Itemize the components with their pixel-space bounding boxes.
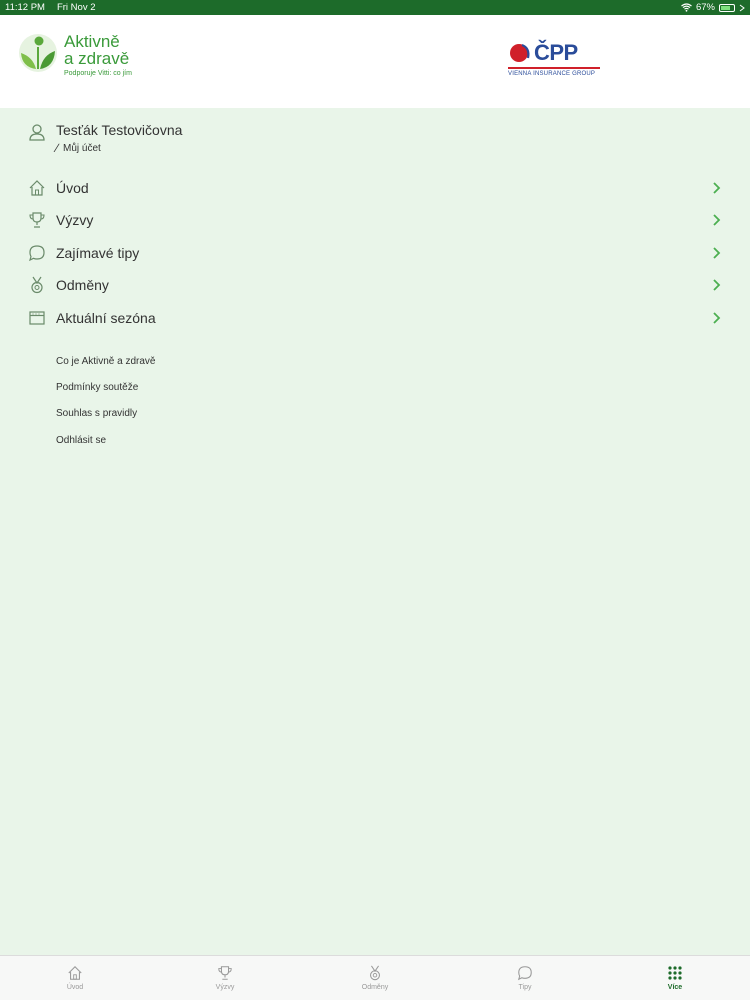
link-logout[interactable]: Odhlásit se <box>56 435 106 446</box>
tab-vice[interactable]: Více <box>600 956 750 1000</box>
tab-label: Odměny <box>361 984 389 991</box>
battery-icon <box>719 3 735 12</box>
my-account-label: Můj účet <box>63 142 101 154</box>
app-header: Aktivně a zdravě Podporuje Vitti: co jím… <box>0 15 750 108</box>
partner-ball-icon <box>510 43 530 62</box>
medal-icon <box>370 965 380 981</box>
battery-percent: 67% <box>695 2 715 13</box>
partner-name: ČPP <box>534 40 578 65</box>
chat-bubble-icon <box>517 966 532 981</box>
user-icon <box>29 124 45 141</box>
more-menu-panel: Tesťák Testovičovna ∕ Můj účet Úvod Výzv… <box>0 108 750 955</box>
menu-item-zajimave-tipy[interactable]: Zajímavé tipy <box>28 238 722 268</box>
wifi-icon <box>681 3 692 12</box>
tab-label: Výzvy <box>215 984 235 991</box>
leaf-person-logo-icon <box>19 34 57 72</box>
partner-logo: ČPP VIENNA INSURANCE GROUP <box>508 40 600 77</box>
link-competition-terms[interactable]: Podmínky soutěže <box>56 382 138 393</box>
status-bar: 11:12 PM Fri Nov 2 67% <box>0 0 750 15</box>
status-time: 11:12 PM <box>5 2 45 13</box>
trophy-icon <box>218 966 232 980</box>
link-rules-consent[interactable]: Souhlas s pravidly <box>56 408 137 419</box>
chevron-right-icon <box>713 182 721 194</box>
menu-item-vyzvy[interactable]: Výzvy <box>28 205 722 235</box>
chevron-right-icon <box>739 4 745 11</box>
brand-tagline: Podporuje Vitti: co jím <box>64 70 132 77</box>
chevron-right-icon <box>713 214 721 226</box>
menu-item-label: Výzvy <box>56 212 94 228</box>
tab-tipy[interactable]: Tipy <box>450 956 600 1000</box>
chevron-right-icon <box>713 312 721 324</box>
profile-name: Tesťák Testovičovna <box>56 122 183 138</box>
home-icon <box>68 966 82 980</box>
tab-uvod[interactable]: Úvod <box>0 956 150 1000</box>
chat-bubble-icon <box>29 245 45 262</box>
pencil-icon: ∕ <box>56 141 59 155</box>
tab-vyzvy[interactable]: Výzvy <box>150 956 300 1000</box>
menu-item-label: Zajímavé tipy <box>56 245 140 261</box>
chevron-right-icon <box>713 279 721 291</box>
tab-label: Tipy <box>518 984 532 991</box>
partner-underline <box>508 67 600 69</box>
menu-item-odmeny[interactable]: Odměny <box>28 270 722 300</box>
link-about[interactable]: Co je Aktivně a zdravě <box>56 356 156 367</box>
tab-label: Více <box>667 984 683 991</box>
menu-item-aktualni-sezona[interactable]: Aktuální sezóna <box>28 303 722 333</box>
menu-item-uvod[interactable]: Úvod <box>28 173 722 203</box>
bottom-tab-bar: Úvod Výzvy Odměny Tipy Více <box>0 955 750 1000</box>
status-date: Fri Nov 2 <box>56 2 96 13</box>
brand-logo: Aktivně a zdravě Podporuje Vitti: co jím <box>18 33 132 77</box>
my-account-link[interactable]: ∕ Můj účet <box>56 141 182 155</box>
brand-title-line2: a zdravě <box>64 49 130 68</box>
medal-icon <box>31 276 43 294</box>
trophy-icon <box>29 212 45 228</box>
calendar-icon <box>29 311 45 325</box>
brand-title-line1: Aktivně <box>64 32 120 51</box>
grid-icon <box>668 966 682 980</box>
menu-item-label: Odměny <box>56 277 109 293</box>
partner-subtitle: VIENNA INSURANCE GROUP <box>508 71 596 77</box>
tab-odmeny[interactable]: Odměny <box>300 956 450 1000</box>
menu-item-label: Úvod <box>56 180 89 196</box>
home-icon <box>29 180 45 196</box>
chevron-right-icon <box>713 247 721 259</box>
tab-label: Úvod <box>66 984 84 991</box>
profile-section[interactable]: Tesťák Testovičovna ∕ Můj účet <box>28 122 182 155</box>
menu-item-label: Aktuální sezóna <box>56 310 156 326</box>
